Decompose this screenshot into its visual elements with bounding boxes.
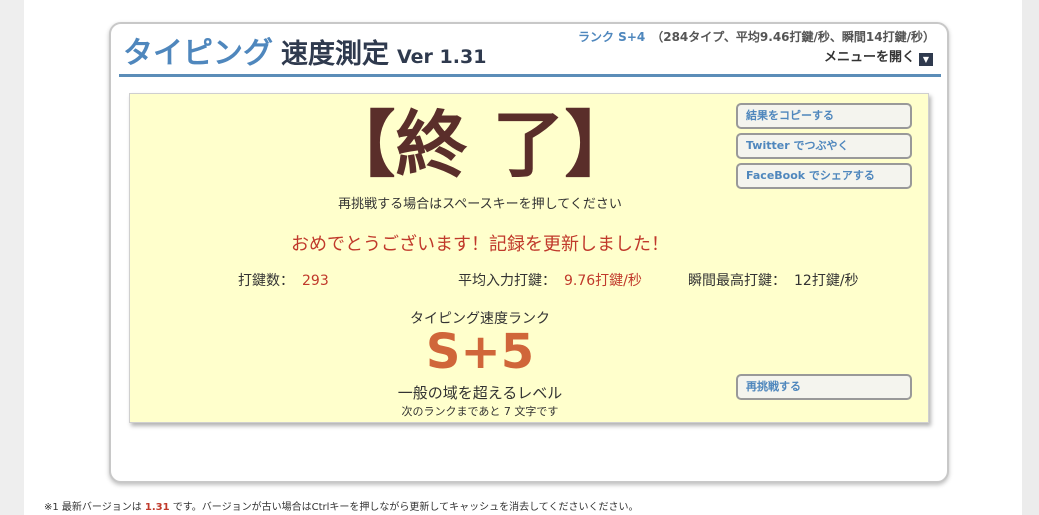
menu-open-button[interactable]: メニューを開く ▼ xyxy=(824,46,933,66)
stat-keystrokes-label: 打鍵数： xyxy=(238,273,294,289)
title-sub: 速度測定 xyxy=(281,39,389,70)
menu-open-label: メニューを開く xyxy=(823,50,915,65)
retry-hint: 再挑戦する場合はスペースキーを押してください xyxy=(338,197,622,212)
rank-next-hint: 次のランクまであと 7 文字です xyxy=(401,405,559,418)
app-title: タイピング 速度測定 Ver 1.31 xyxy=(123,28,486,72)
stat-average: 平均入力打鍵： 9.76打鍵/秒 xyxy=(458,270,642,290)
result-panel: 【終 了】 再挑戦する場合はスペースキーを押してください おめでとうございます！… xyxy=(129,93,929,423)
current-rank-detail: （284タイプ、平均9.46打鍵/秒、瞬間14打鍵/秒） xyxy=(651,30,935,44)
twitter-share-button[interactable]: Twitter でつぶやく xyxy=(736,133,912,159)
end-title: 【終 了】 xyxy=(323,103,637,187)
copy-result-button[interactable]: 結果をコピーする xyxy=(736,103,912,129)
stat-average-label: 平均入力打鍵： xyxy=(458,273,556,289)
footer-latest-version: 1.31 xyxy=(144,502,170,513)
footer-suffix: です。バージョンが古い場合はCtrlキーを押しながら更新してキャッシュを消去して… xyxy=(172,502,639,513)
footer-note: ※1 最新バージョンは 1.31 です。バージョンが古い場合はCtrlキーを押し… xyxy=(44,498,639,513)
title-main: タイピング xyxy=(123,36,273,71)
header: タイピング 速度測定 Ver 1.31 ランク S+4 （284タイプ、平均9.46打… xyxy=(119,24,941,77)
congrats-message: おめでとうございます！記録を更新しました！ xyxy=(291,234,669,255)
scrollbar-track[interactable] xyxy=(1022,0,1039,515)
rank-description: 一般の域を超えるレベル xyxy=(397,384,563,402)
stat-keystrokes-value: 293 xyxy=(302,273,329,289)
retry-button[interactable]: 再挑戦する xyxy=(736,374,912,400)
rank-value: S+5 xyxy=(425,324,535,380)
app-card: タイピング 速度測定 Ver 1.31 ランク S+4 （284タイプ、平均9.46打… xyxy=(109,22,949,483)
facebook-share-button[interactable]: FaceBook でシェアする xyxy=(736,163,912,189)
caret-down-icon: ▼ xyxy=(919,53,933,66)
stat-keystrokes: 打鍵数： 293 xyxy=(238,270,329,290)
stat-average-value: 9.76打鍵/秒 xyxy=(564,273,642,289)
stat-peak: 瞬間最高打鍵： 12打鍵/秒 xyxy=(688,270,859,290)
current-rank-summary: ランク S+4 （284タイプ、平均9.46打鍵/秒、瞬間14打鍵/秒） xyxy=(578,28,935,45)
footer-prefix: ※1 最新バージョンは xyxy=(44,502,142,513)
current-rank-label: ランク S+4 xyxy=(578,30,646,44)
stat-peak-label: 瞬間最高打鍵： xyxy=(688,273,786,289)
version-label: Ver 1.31 xyxy=(397,46,487,68)
stat-peak-value: 12打鍵/秒 xyxy=(794,273,859,289)
